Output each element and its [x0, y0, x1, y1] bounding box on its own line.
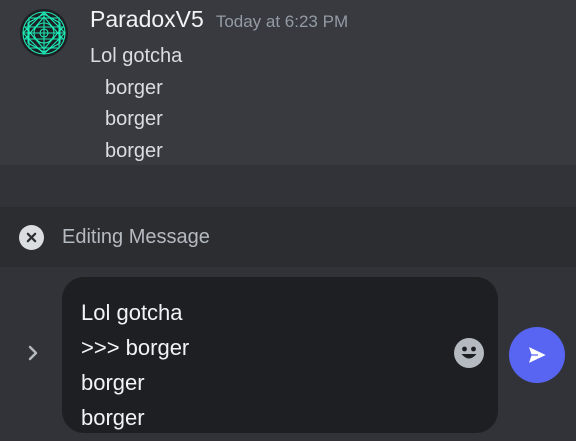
quote-line: borger — [105, 108, 163, 130]
close-circle-icon[interactable] — [19, 224, 44, 250]
message-input[interactable]: Lol gotcha >>> borger borger borger — [62, 277, 498, 433]
avatar[interactable] — [20, 9, 68, 57]
send-button[interactable] — [509, 327, 565, 383]
quote-line: borger — [105, 76, 163, 99]
message-content: Lol gotcha borger borger borger — [90, 41, 182, 167]
editing-label: Editing Message — [62, 225, 210, 248]
message-composer: Lol gotcha >>> borger borger borger — [0, 267, 576, 441]
message-input-text[interactable]: Lol gotcha >>> borger borger borger — [81, 295, 189, 435]
username[interactable]: ParadoxV5 — [90, 6, 204, 33]
message-item[interactable]: ParadoxV5 Today at 6:23 PM Lol gotcha bo… — [0, 0, 576, 165]
message-line: Lol gotcha — [90, 45, 183, 67]
chat-spacer — [0, 165, 576, 207]
editing-bar: Editing Message — [0, 207, 576, 267]
paper-plane-icon — [527, 345, 548, 365]
quote-line: borger — [105, 139, 163, 162]
chevron-right-icon[interactable] — [24, 344, 42, 362]
timestamp: Today at 6:23 PM — [215, 12, 349, 31]
smiley-icon[interactable] — [454, 338, 484, 368]
geometric-avatar-icon — [22, 11, 66, 55]
